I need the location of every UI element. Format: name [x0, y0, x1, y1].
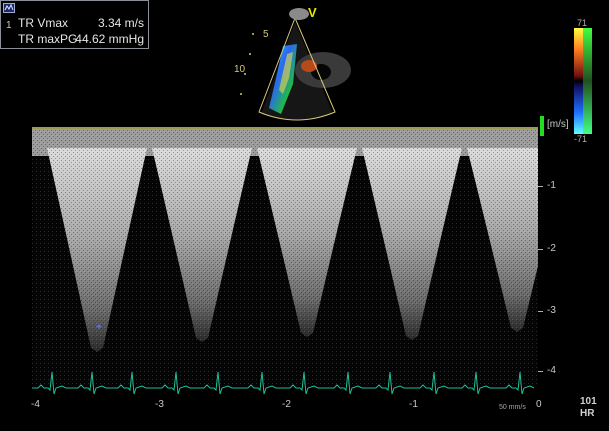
color-scale-max: 71 — [577, 18, 588, 28]
zero-velocity-baseline — [32, 127, 538, 129]
color-doppler-thumbnail — [240, 8, 351, 121]
y-axis-tick — [538, 249, 543, 250]
depth-label-10: 10 — [234, 64, 246, 75]
tr-maxpg-value: 44.62 mmHg — [75, 32, 144, 46]
y-axis-tick — [538, 311, 543, 312]
x-axis-label-0: 0 — [536, 399, 542, 410]
tr-maxpg-label: TR maxPG — [18, 32, 78, 46]
measurement-index: 1 — [6, 20, 12, 31]
y-axis-tick — [538, 186, 543, 187]
tr-vmax-value: 3.34 m/s — [97, 16, 144, 30]
tr-vmax-label: TR Vmax — [18, 16, 69, 30]
y-axis-label-minus1: -1 — [547, 180, 556, 191]
color-scale-min: -71 — [574, 134, 588, 144]
depth-label-5: 5 — [263, 29, 269, 40]
y-axis-tick — [538, 371, 543, 372]
probe-orientation-marker: V — [308, 5, 317, 20]
heart-rate-value: 101 — [580, 396, 597, 407]
doppler-measurement-icon — [3, 3, 15, 13]
x-axis-label-minus1: -1 — [409, 399, 418, 410]
measurement-cursor[interactable]: + — [96, 322, 102, 333]
y-axis-label-minus4: -4 — [547, 365, 556, 376]
x-axis-label-minus2: -2 — [282, 399, 291, 410]
y-axis-label-minus3: -3 — [547, 305, 556, 316]
x-axis-label-minus4: -4 — [31, 399, 40, 410]
x-axis-label-minus3: -3 — [155, 399, 164, 410]
color-velocity-bar — [574, 28, 592, 134]
ultrasound-screen: 1 TR Vmax 3.34 m/s TR maxPG 44.62 mmHg 5… — [0, 0, 609, 431]
heart-rate-label: HR — [580, 408, 595, 419]
velocity-unit-label: [m/s] — [547, 119, 569, 130]
spectral-doppler-trace — [32, 128, 538, 386]
y-axis-label-minus2: -2 — [547, 243, 556, 254]
velocity-scale-marker[interactable] — [540, 116, 544, 136]
measurement-panel: 1 TR Vmax 3.34 m/s TR maxPG 44.62 mmHg — [0, 0, 149, 49]
ecg-trace — [32, 371, 535, 395]
sweep-speed-label: 50 mm/s — [499, 404, 526, 411]
